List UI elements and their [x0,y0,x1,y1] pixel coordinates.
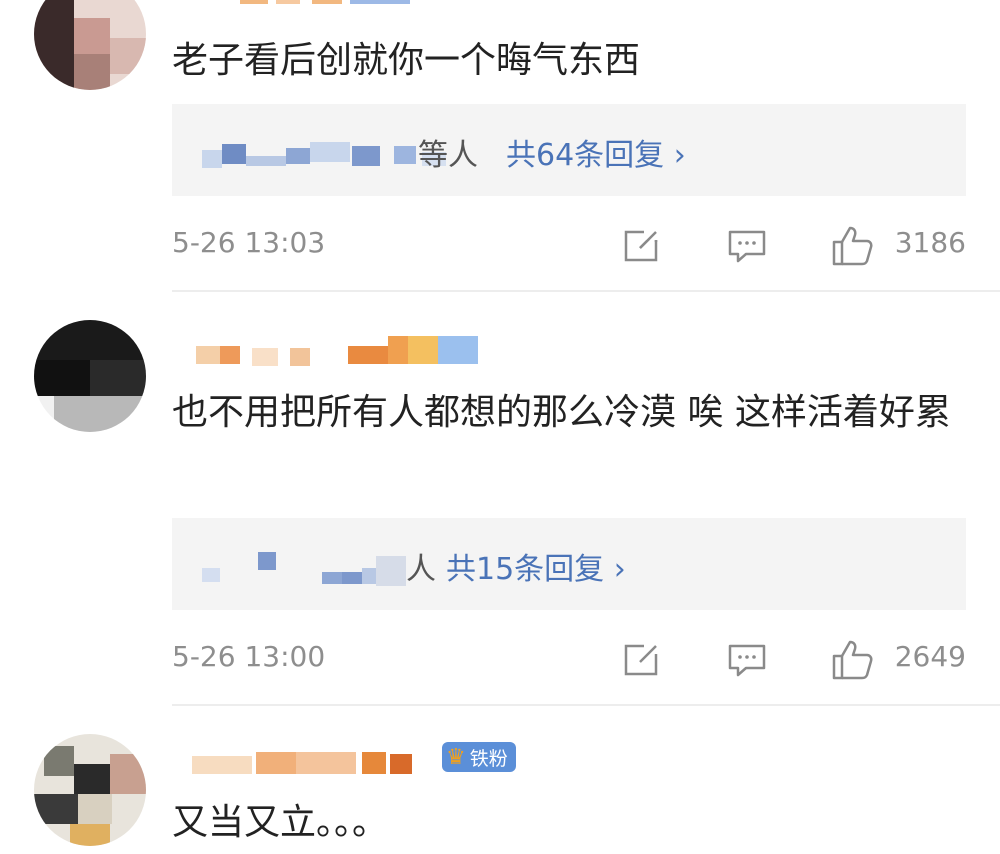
comment-meta: 5-26 13:00 2649 [172,640,966,680]
divider [172,290,1000,292]
reply-preview[interactable]: 人 共15条回复 › [172,518,966,610]
reply-suffix: 等人 [418,138,478,173]
crown-icon: ♛ [446,744,466,770]
comment-text: 老子看后创就你一个晦气东西 [172,40,641,81]
avatar[interactable] [34,320,146,432]
timestamp: 5-26 13:03 [172,226,326,259]
avatar[interactable] [34,734,146,846]
avatar[interactable] [34,0,146,90]
fan-badge[interactable]: ♛ 铁粉 [442,742,516,772]
reply-suffix: 人 [406,552,436,587]
comment-meta: 5-26 13:03 3186 [172,226,966,266]
share-icon[interactable] [620,638,664,682]
comment-icon[interactable] [726,224,770,268]
fan-badge-label: 铁粉 [469,747,508,770]
divider [172,704,1000,706]
share-icon[interactable] [620,224,664,268]
reply-count-link[interactable]: 共15条回复 › [446,544,626,588]
timestamp: 5-26 13:00 [172,640,326,673]
username[interactable] [172,336,492,370]
username[interactable] [172,0,472,16]
like-count: 3186 [894,226,966,259]
comment-text: 也不用把所有人都想的那么冷漠 唉 这样活着好累 [172,392,951,433]
reply-preview[interactable]: 等人 共64条回复 › [172,104,966,196]
like-count: 2649 [894,640,966,673]
thumbs-up-icon[interactable] [830,224,874,268]
thumbs-up-icon[interactable] [830,638,874,682]
comment-text: 又当又立。。。 [172,802,389,843]
comment-icon[interactable] [726,638,770,682]
reply-count-link[interactable]: 共64条回复 › [506,130,686,174]
